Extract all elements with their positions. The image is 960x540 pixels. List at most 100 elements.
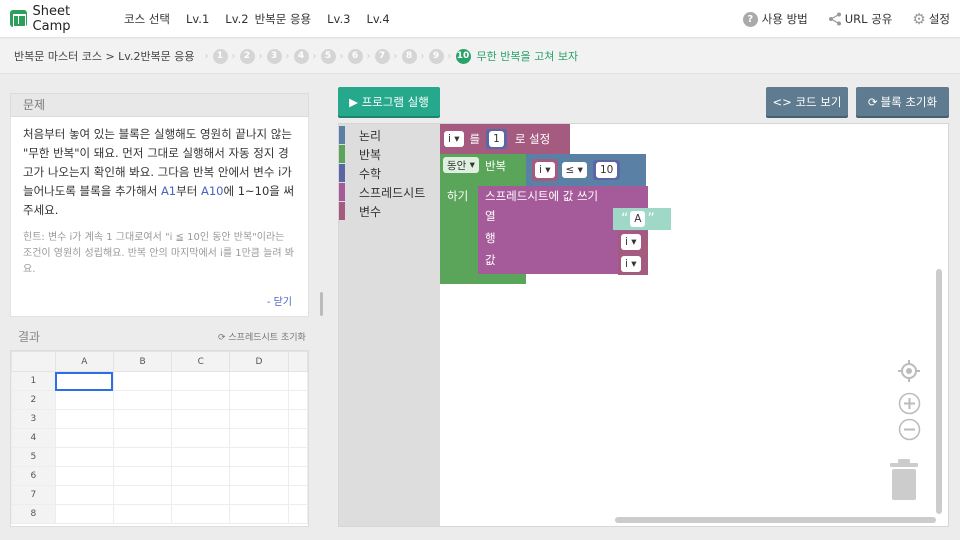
cell[interactable] <box>54 428 114 448</box>
cell[interactable] <box>287 409 308 429</box>
trash-icon[interactable] <box>889 459 919 501</box>
cell[interactable] <box>54 390 114 410</box>
loop-mode-dropdown[interactable]: 동안 ▾ <box>443 157 479 173</box>
col-header-b[interactable]: B <box>112 351 173 372</box>
row-header[interactable]: 1 <box>11 371 56 391</box>
cell[interactable] <box>229 428 289 448</box>
cell[interactable] <box>229 504 289 524</box>
var-get-block[interactable]: i ▾ <box>618 253 648 275</box>
cell[interactable] <box>229 485 289 505</box>
cell[interactable] <box>287 371 308 391</box>
settings-link[interactable]: ⚙ 설정 <box>912 10 950 28</box>
panel-scrollbar[interactable] <box>320 292 323 316</box>
step-8[interactable]: 8 <box>401 48 417 64</box>
operator-dropdown[interactable]: ≤ ▾ <box>561 162 587 178</box>
cell[interactable] <box>171 428 231 448</box>
text-block[interactable]: “ A ” <box>613 208 671 230</box>
var-dropdown[interactable]: i ▾ <box>621 234 641 250</box>
row-header[interactable]: 5 <box>11 447 56 467</box>
number-block[interactable]: 1 <box>486 129 507 149</box>
var-dropdown[interactable]: i ▾ <box>444 131 464 147</box>
col-header-d[interactable]: D <box>229 351 289 372</box>
cell[interactable] <box>171 504 231 524</box>
cell[interactable] <box>229 466 289 486</box>
cell[interactable] <box>54 466 114 486</box>
cell[interactable] <box>229 390 289 410</box>
cell[interactable] <box>54 504 114 524</box>
logo[interactable]: Sheet Camp <box>10 4 110 34</box>
step-4[interactable]: 4 <box>293 48 309 64</box>
nav-loop-applied[interactable]: 반복문 응용 <box>255 11 312 27</box>
cell[interactable] <box>287 390 308 410</box>
block-workspace[interactable]: 논리 반복 수학 스프레드시트 변수 i ▾ 를 1 로 설정 동안 ▾ 반복 … <box>338 123 949 527</box>
number-value[interactable]: 1 <box>489 131 504 147</box>
cell[interactable] <box>112 447 173 467</box>
cell[interactable] <box>171 371 231 391</box>
cell[interactable] <box>112 485 173 505</box>
spreadsheet-grid[interactable]: A B C D 1 2 3 4 5 6 7 8 <box>10 350 309 527</box>
toolbox-category-logic[interactable]: 논리 <box>339 126 381 144</box>
toolbox-category-loop[interactable]: 반복 <box>339 145 381 163</box>
cell[interactable] <box>54 409 114 429</box>
row-header[interactable]: 7 <box>11 485 56 505</box>
cell[interactable] <box>112 390 173 410</box>
row-header[interactable]: 4 <box>11 428 56 448</box>
workspace-horizontal-scrollbar[interactable] <box>615 517 936 523</box>
cell[interactable] <box>229 409 289 429</box>
nav-course-select[interactable]: 코스 선택 <box>124 11 170 27</box>
compare-block[interactable]: i ▾ ≤ ▾ 10 <box>526 154 646 186</box>
row-header[interactable]: 3 <box>11 409 56 429</box>
cell[interactable] <box>112 504 173 524</box>
cell[interactable] <box>287 428 308 448</box>
cell[interactable] <box>54 447 114 467</box>
cell[interactable] <box>171 409 231 429</box>
cell[interactable] <box>112 466 173 486</box>
cell[interactable] <box>287 504 308 524</box>
cell[interactable] <box>229 371 289 391</box>
col-header-c[interactable]: C <box>171 351 231 372</box>
cell[interactable] <box>54 485 114 505</box>
toolbox-category-variable[interactable]: 변수 <box>339 202 381 220</box>
help-link[interactable]: ? 사용 방법 <box>742 11 808 27</box>
center-target-icon[interactable] <box>898 360 920 382</box>
nav-lv1[interactable]: Lv.1 <box>186 12 209 26</box>
cell[interactable] <box>287 485 308 505</box>
step-3[interactable]: 3 <box>266 48 282 64</box>
step-6[interactable]: 6 <box>347 48 363 64</box>
text-value[interactable]: A <box>630 211 646 227</box>
toolbox-category-spreadsheet[interactable]: 스프레드시트 <box>339 183 425 201</box>
nav-lv2[interactable]: Lv.2 <box>225 12 248 26</box>
step-10-active[interactable]: 10 <box>455 48 471 64</box>
cell[interactable] <box>112 371 173 391</box>
row-header[interactable]: 6 <box>11 466 56 486</box>
cell[interactable] <box>112 409 173 429</box>
reset-blocks-button[interactable]: ⟳ 블록 초기화 <box>856 87 949 116</box>
col-header-a[interactable]: A <box>54 351 114 372</box>
var-dropdown[interactable]: i ▾ <box>535 162 555 178</box>
cell[interactable] <box>171 390 231 410</box>
cell[interactable] <box>287 447 308 467</box>
step-5[interactable]: 5 <box>320 48 336 64</box>
reset-sheet-button[interactable]: ⟳ 스프레드시트 초기화 <box>218 330 306 343</box>
zoom-in-icon[interactable] <box>898 392 921 415</box>
share-link[interactable]: URL 공유 <box>828 11 892 27</box>
step-1[interactable]: 1 <box>212 48 228 64</box>
workspace-vertical-scrollbar[interactable] <box>936 269 942 514</box>
var-get-block[interactable]: i ▾ <box>618 231 648 253</box>
toolbox-category-math[interactable]: 수학 <box>339 164 381 182</box>
run-program-button[interactable]: ▶ 프로그램 실행 <box>338 87 440 116</box>
close-problem-link[interactable]: - 닫기 <box>267 293 292 308</box>
var-dropdown[interactable]: i ▾ <box>621 256 641 272</box>
step-2[interactable]: 2 <box>239 48 255 64</box>
cell[interactable] <box>171 466 231 486</box>
cell[interactable] <box>229 447 289 467</box>
nav-lv3[interactable]: Lv.3 <box>327 12 350 26</box>
row-header[interactable]: 2 <box>11 390 56 410</box>
number-value[interactable]: 10 <box>595 162 618 178</box>
number-block[interactable]: 10 <box>592 160 621 180</box>
cell[interactable] <box>287 466 308 486</box>
set-variable-block[interactable]: i ▾ 를 1 로 설정 <box>440 124 570 154</box>
cell[interactable] <box>112 428 173 448</box>
breadcrumb-path[interactable]: 반복문 마스터 코스 > Lv.2반복문 응용 <box>14 48 195 64</box>
nav-lv4[interactable]: Lv.4 <box>366 12 389 26</box>
